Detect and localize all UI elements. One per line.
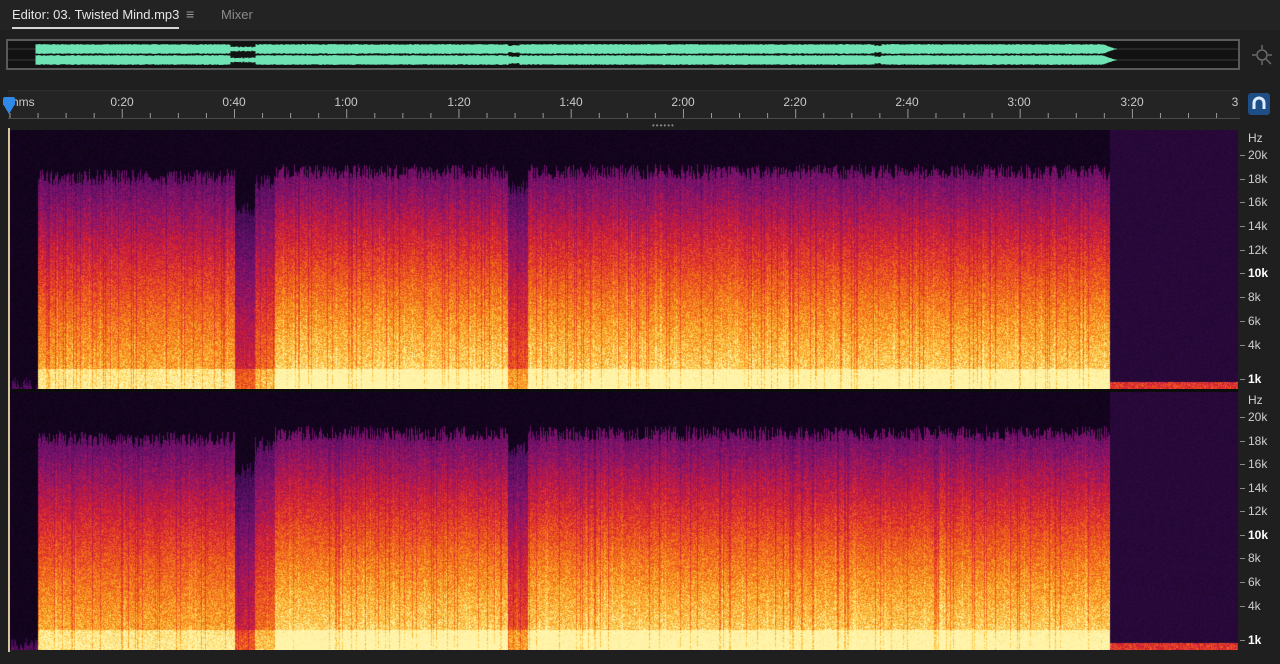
overview-waveform-graphic bbox=[8, 44, 1238, 65]
hamburger-menu-icon[interactable]: ≡ bbox=[186, 6, 194, 22]
ruler-label: 1:20 bbox=[447, 95, 471, 109]
ruler-unit-label: hms bbox=[12, 95, 35, 109]
freq-tick bbox=[1240, 379, 1245, 380]
freq-label: 16k bbox=[1248, 457, 1268, 471]
ruler-label: 2:40 bbox=[895, 95, 919, 109]
freq-label: 12k bbox=[1248, 504, 1268, 518]
ruler-label: 2:20 bbox=[783, 95, 807, 109]
freq-label: 14k bbox=[1248, 481, 1268, 495]
freq-tick bbox=[1240, 582, 1245, 583]
ruler-label: 3:20 bbox=[1120, 95, 1144, 109]
freq-tick bbox=[1240, 417, 1245, 418]
freq-tick bbox=[1240, 345, 1245, 346]
freq-tick bbox=[1240, 488, 1245, 489]
freq-tick bbox=[1240, 441, 1245, 442]
freq-label: 10k bbox=[1248, 266, 1269, 280]
freq-label: 18k bbox=[1248, 172, 1268, 186]
ruler-label: 2:00 bbox=[671, 95, 695, 109]
spectrogram-right-channel[interactable] bbox=[10, 392, 1238, 650]
ruler-label: 3 bbox=[1231, 95, 1239, 109]
freq-label: 8k bbox=[1248, 551, 1261, 565]
freq-label: 6k bbox=[1248, 314, 1261, 328]
freq-tick bbox=[1240, 202, 1245, 203]
ruler-ticks bbox=[8, 109, 1240, 119]
zoom-navigator-icon[interactable] bbox=[1251, 44, 1273, 66]
freq-unit-label: Hz bbox=[1248, 131, 1263, 145]
ruler-label: 0:20 bbox=[110, 95, 134, 109]
freq-tick bbox=[1240, 273, 1245, 274]
freq-tick bbox=[1240, 155, 1245, 156]
freq-label: 14k bbox=[1248, 219, 1268, 233]
freq-tick bbox=[1240, 640, 1245, 641]
freq-label: 12k bbox=[1248, 243, 1268, 257]
freq-label: 10k bbox=[1248, 528, 1269, 542]
ruler-label: 0:40 bbox=[222, 95, 246, 109]
freq-label: 8k bbox=[1248, 290, 1261, 304]
ruler-label: 1:00 bbox=[334, 95, 358, 109]
editor-tab-bar: Editor: 03. Twisted Mind.mp3 ≡ Mixer bbox=[0, 0, 1280, 30]
freq-label: 20k bbox=[1248, 410, 1268, 424]
freq-label: 6k bbox=[1248, 575, 1261, 589]
freq-label: 18k bbox=[1248, 434, 1268, 448]
ruler-label: 3:00 bbox=[1007, 95, 1031, 109]
freq-tick bbox=[1240, 511, 1245, 512]
freq-tick bbox=[1240, 606, 1245, 607]
waveform-overview[interactable] bbox=[6, 39, 1240, 70]
freq-tick bbox=[1240, 250, 1245, 251]
time-ruler[interactable]: hms 0:20 0:40 1:00 1:20 1:40 2:00 2:20 2… bbox=[8, 90, 1240, 119]
freq-label: 1k bbox=[1248, 633, 1262, 647]
spectrogram-left-channel[interactable] bbox=[10, 130, 1238, 389]
freq-label: 4k bbox=[1248, 599, 1261, 613]
freq-tick bbox=[1240, 321, 1245, 322]
freq-label: 1k bbox=[1248, 372, 1262, 386]
ruler-label: 1:40 bbox=[559, 95, 583, 109]
freq-label: 4k bbox=[1248, 338, 1261, 352]
freq-tick bbox=[1240, 558, 1245, 559]
freq-label: 16k bbox=[1248, 195, 1268, 209]
panel-resize-grip[interactable]: •••••• bbox=[652, 121, 675, 130]
status-strip bbox=[0, 652, 1280, 664]
freq-unit-label: Hz bbox=[1248, 393, 1263, 407]
tab-editor[interactable]: Editor: 03. Twisted Mind.mp3 bbox=[12, 7, 180, 29]
freq-tick bbox=[1240, 179, 1245, 180]
playhead-pointer[interactable] bbox=[3, 104, 15, 114]
freq-tick bbox=[1240, 535, 1245, 536]
freq-tick bbox=[1240, 226, 1245, 227]
freq-label: 20k bbox=[1248, 148, 1268, 162]
freq-tick bbox=[1240, 464, 1245, 465]
tab-mixer[interactable]: Mixer bbox=[221, 7, 253, 22]
snap-magnet-icon[interactable] bbox=[1248, 93, 1270, 115]
freq-tick bbox=[1240, 297, 1245, 298]
